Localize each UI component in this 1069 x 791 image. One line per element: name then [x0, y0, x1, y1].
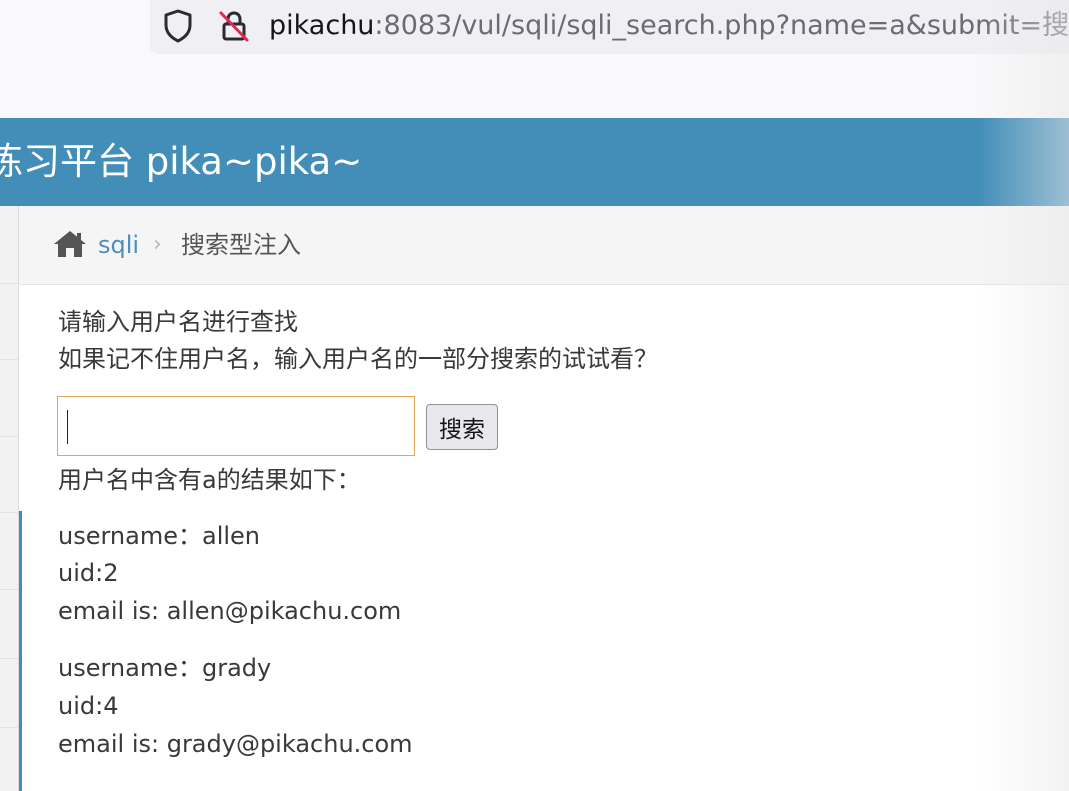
- url-path: :8083/vul/sqli/sqli_search.php?name=a&su…: [374, 10, 1069, 41]
- shield-icon[interactable]: [162, 7, 194, 45]
- sidebar-divider: [0, 283, 18, 284]
- sidebar-divider: [0, 512, 18, 513]
- text-caret: [67, 410, 68, 444]
- result-username: username：allen: [58, 522, 261, 550]
- results-list: username：allen uid:2 email is: allen@pik…: [19, 511, 1069, 791]
- search-button[interactable]: 搜索: [426, 404, 498, 450]
- username-search-input[interactable]: [57, 396, 415, 456]
- sidebar-divider: [0, 436, 18, 437]
- result-uid: uid:2: [58, 559, 119, 587]
- site-header: 练习平台 pika~pika~: [0, 118, 1069, 206]
- result-uid: uid:4: [58, 692, 119, 720]
- breadcrumb-link-sqli[interactable]: sqli: [98, 228, 139, 262]
- breadcrumb-separator: ›: [153, 232, 162, 257]
- browser-toolbar: pikachu:8083/vul/sqli/sqli_search.php?na…: [0, 0, 1069, 118]
- home-icon: [54, 231, 86, 257]
- sidebar-divider: [0, 727, 18, 728]
- page: pikachu:8083/vul/sqli/sqli_search.php?na…: [0, 0, 1069, 791]
- sidebar-divider: [0, 589, 18, 590]
- url-text[interactable]: pikachu:8083/vul/sqli/sqli_search.php?na…: [269, 8, 1069, 44]
- url-host: pikachu: [269, 10, 375, 41]
- insecure-lock-icon[interactable]: [217, 9, 251, 43]
- sidebar-divider: [0, 658, 18, 659]
- result-username: username：grady: [58, 654, 272, 682]
- sidebar-divider: [0, 359, 18, 360]
- result-email: email is: allen@pikachu.com: [58, 597, 402, 625]
- breadcrumb: sqli › 搜索型注入: [19, 206, 1069, 285]
- site-title: 练习平台 pika~pika~: [0, 140, 363, 183]
- address-bar[interactable]: pikachu:8083/vul/sqli/sqli_search.php?na…: [150, 0, 1069, 54]
- main-content: 请输入用户名进行查找 如果记不住用户名，输入用户名的一部分搜索的试试看？ 搜索 …: [19, 285, 1069, 791]
- prompt-line-2: 如果记不住用户名，输入用户名的一部分搜索的试试看？: [58, 345, 658, 373]
- sidebar: [0, 206, 19, 791]
- result-summary: 用户名中含有a的结果如下：: [58, 466, 361, 494]
- result-email: email is: grady@pikachu.com: [58, 730, 413, 758]
- prompt-line-1: 请输入用户名进行查找: [58, 308, 298, 336]
- breadcrumb-current: 搜索型注入: [181, 231, 301, 259]
